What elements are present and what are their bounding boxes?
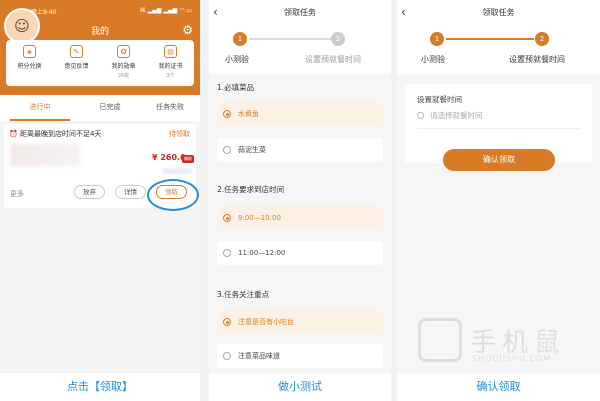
option-item[interactable]: 蒜泥生菜 [217, 138, 383, 162]
step-connector [446, 38, 534, 40]
option-label: 9:00—10:00 [238, 214, 281, 222]
tab-failed[interactable]: 任务失败 [140, 95, 200, 121]
certificate-count: 3个 [166, 73, 175, 79]
option-label: 水煮鱼 [238, 110, 259, 118]
menu-item-label: 积分兑换 [17, 63, 42, 70]
gift-icon: ◈ [23, 45, 36, 58]
my-tasks-screen: 晚上9:40 ⌘ ▂▄▆ ▂▄▆ ◠ ▭ 我的 ⚙ ☺ ◈ 积分兑换 ✎ 意见反… [0, 0, 200, 373]
input-placeholder: 请选择就餐时间 [430, 111, 483, 120]
caption-step1: 点击【领取】 [0, 373, 200, 401]
abandon-button[interactable]: 放弃 [74, 185, 105, 199]
menu-item-label: 意见反馈 [64, 63, 89, 70]
step-2-dot: 2 [331, 32, 345, 46]
menu-item-certificates[interactable]: ▤ 我的证书 3个 [150, 45, 192, 79]
field-label: 设置就餐时间 [417, 95, 462, 104]
watermark-subtext: SHOUJISHU.COM [472, 354, 552, 363]
step-1-dot: 1 [233, 32, 247, 46]
option-item[interactable]: 9:00—10:00 [217, 206, 383, 230]
clock-icon [417, 112, 424, 119]
section-title: 1.必填菜品 [217, 83, 255, 92]
menu-item-label: 我的勋章 [111, 63, 136, 70]
option-label: 蒜泥生菜 [238, 146, 266, 154]
gear-icon[interactable]: ⚙ [182, 23, 193, 37]
nav-bar: ‹ 领取任务 [209, 0, 391, 26]
avatar[interactable]: ☺ [4, 8, 40, 44]
status-icons: ⌘ ▂▄▆ ▂▄▆ ◠ ▭ [139, 7, 192, 14]
option-label: 注意菜品味道 [238, 352, 280, 360]
status-badge: 待领取 [169, 130, 190, 138]
reward-badge: 赚取 [182, 155, 194, 163]
dining-time-input[interactable]: 请选择就餐时间 [417, 110, 483, 121]
blurred-task-info [10, 144, 80, 166]
radio-selected [223, 110, 231, 118]
nav-bar: ‹ 领取任务 [397, 0, 600, 26]
radio-selected [223, 318, 231, 326]
deadline-notice-text: 距离最晚到店时间不足4天 [19, 130, 102, 138]
tab-in-progress[interactable]: 进行中 [10, 95, 70, 121]
radio-selected [223, 214, 231, 222]
page-title: 领取任务 [284, 8, 316, 17]
radio [223, 352, 231, 360]
option-item[interactable]: 注意菜品味道 [217, 344, 383, 368]
status-bar: 晚上9:40 ⌘ ▂▄▆ ▂▄▆ ◠ ▭ [31, 7, 192, 16]
highlight-circle [147, 179, 199, 211]
step-connector [249, 38, 333, 40]
option-item[interactable]: 注意是否有小吃台 [217, 310, 383, 334]
radio [223, 146, 231, 154]
more-link[interactable]: 更多 [10, 189, 24, 199]
stepper: 1 2 小测验 设置预就餐时间 [209, 32, 391, 74]
step-2-label: 设置预就餐时间 [509, 55, 565, 64]
menu-item-points[interactable]: ◈ 积分兑换 [9, 45, 51, 70]
quiz-screen: ‹ 领取任务 1 2 小测验 设置预就餐时间 1.必填菜品 水煮鱼 蒜泥生菜 2… [209, 0, 391, 373]
watermark-logo-icon [418, 318, 462, 362]
detail-button[interactable]: 详情 [115, 185, 146, 199]
profile-menu: ◈ 积分兑换 ✎ 意见反馈 ✪ 我的勋章 26枚 ▤ 我的证书 3个 [6, 40, 194, 86]
section-title: 2.任务要求到店时间 [217, 185, 285, 194]
menu-item-feedback[interactable]: ✎ 意见反馈 [56, 45, 98, 70]
option-item[interactable]: 11:00—12:00 [217, 241, 383, 265]
step-2-label: 设置预就餐时间 [305, 55, 361, 64]
menu-item-medals[interactable]: ✪ 我的勋章 26枚 [103, 45, 145, 79]
step-2-dot: 2 [535, 32, 549, 46]
profile-header: 晚上9:40 ⌘ ▂▄▆ ▂▄▆ ◠ ▭ 我的 ⚙ ☺ ◈ 积分兑换 ✎ 意见反… [0, 0, 200, 95]
watermark: 手机鼠 SHOUJISHU.COM [418, 318, 588, 378]
caption-step2: 做小测试 [209, 373, 391, 401]
step-1-label: 小测验 [225, 55, 249, 64]
stepper: 1 2 小测验 设置预就餐时间 [397, 32, 600, 74]
confirm-accept-button[interactable]: 确认领取 [443, 149, 555, 171]
medal-icon: ✪ [117, 45, 130, 58]
option-label: 注意是否有小吃台 [238, 318, 294, 326]
task-reward: ¥ 260.0 [152, 153, 186, 162]
certificate-icon: ▤ [164, 45, 177, 58]
input-underline [417, 128, 580, 129]
deadline-notice: ⏰ 距离最晚到店时间不足4天 [9, 130, 102, 138]
feedback-icon: ✎ [70, 45, 83, 58]
medal-count: 26枚 [117, 73, 130, 79]
step-1-label: 小测验 [421, 55, 445, 64]
menu-item-label: 我的证书 [158, 63, 183, 70]
radio [223, 249, 231, 257]
option-item[interactable]: 水煮鱼 [217, 102, 383, 126]
step-1-dot: 1 [430, 32, 444, 46]
tab-completed[interactable]: 已完成 [80, 95, 140, 121]
option-label: 11:00—12:00 [238, 249, 286, 257]
blurred-distance [162, 168, 192, 174]
task-tabs: 进行中 已完成 任务失败 [0, 95, 200, 121]
page-title: 领取任务 [482, 8, 515, 17]
quiz-form: 1.必填菜品 水煮鱼 蒜泥生菜 2.任务要求到店时间 9:00—10:00 11… [209, 74, 391, 373]
section-title: 3.任务关注重点 [217, 290, 270, 299]
